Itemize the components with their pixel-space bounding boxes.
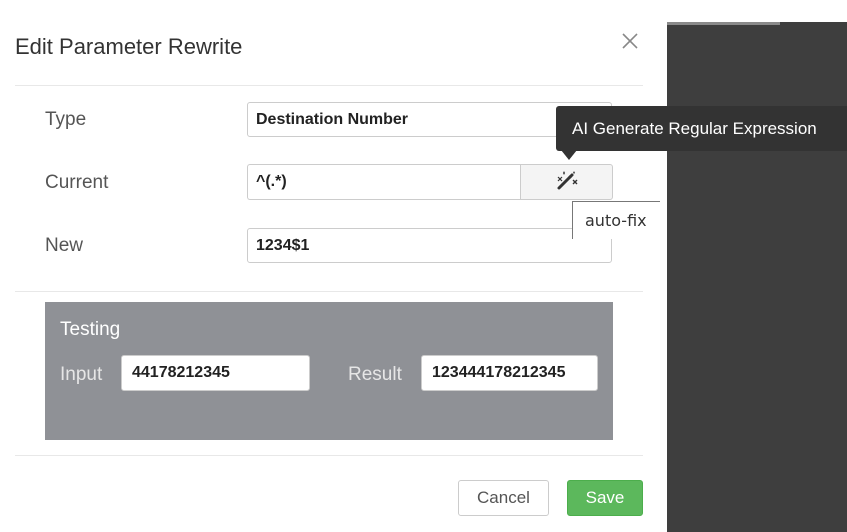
footer-divider	[15, 455, 643, 456]
current-field[interactable]: ^(.*)	[247, 164, 520, 200]
current-label: Current	[45, 172, 109, 193]
background-panel-strip	[667, 22, 780, 25]
testing-input-label: Input	[60, 364, 103, 385]
testing-panel: Testing Input 44178212345 Result 1234441…	[45, 302, 613, 440]
background-panel	[667, 22, 847, 532]
cancel-button[interactable]: Cancel	[458, 480, 549, 516]
current-input-group: ^(.*)	[247, 164, 613, 200]
testing-title: Testing	[60, 319, 121, 340]
testing-result-label: Result	[348, 364, 402, 385]
type-label: Type	[45, 109, 87, 130]
save-button[interactable]: Save	[567, 480, 643, 516]
header-divider	[15, 85, 643, 86]
dialog-title: Edit Parameter Rewrite	[15, 34, 243, 59]
magic-wand-icon	[555, 168, 579, 197]
new-field[interactable]: 1234$1	[247, 228, 612, 263]
ai-generate-regex-button[interactable]	[520, 164, 613, 200]
edit-parameter-rewrite-dialog: Edit Parameter Rewrite Type Destination …	[0, 0, 660, 532]
new-label: New	[45, 235, 84, 256]
close-icon[interactable]	[620, 31, 640, 51]
autofix-tooltip: auto-fix	[572, 201, 660, 239]
ai-generate-tooltip: AI Generate Regular Expression	[556, 106, 847, 151]
testing-input-field[interactable]: 44178212345	[121, 355, 310, 391]
testing-result-field: 123444178212345	[421, 355, 598, 391]
fields-divider	[15, 291, 643, 292]
tooltip-arrow	[561, 150, 577, 160]
